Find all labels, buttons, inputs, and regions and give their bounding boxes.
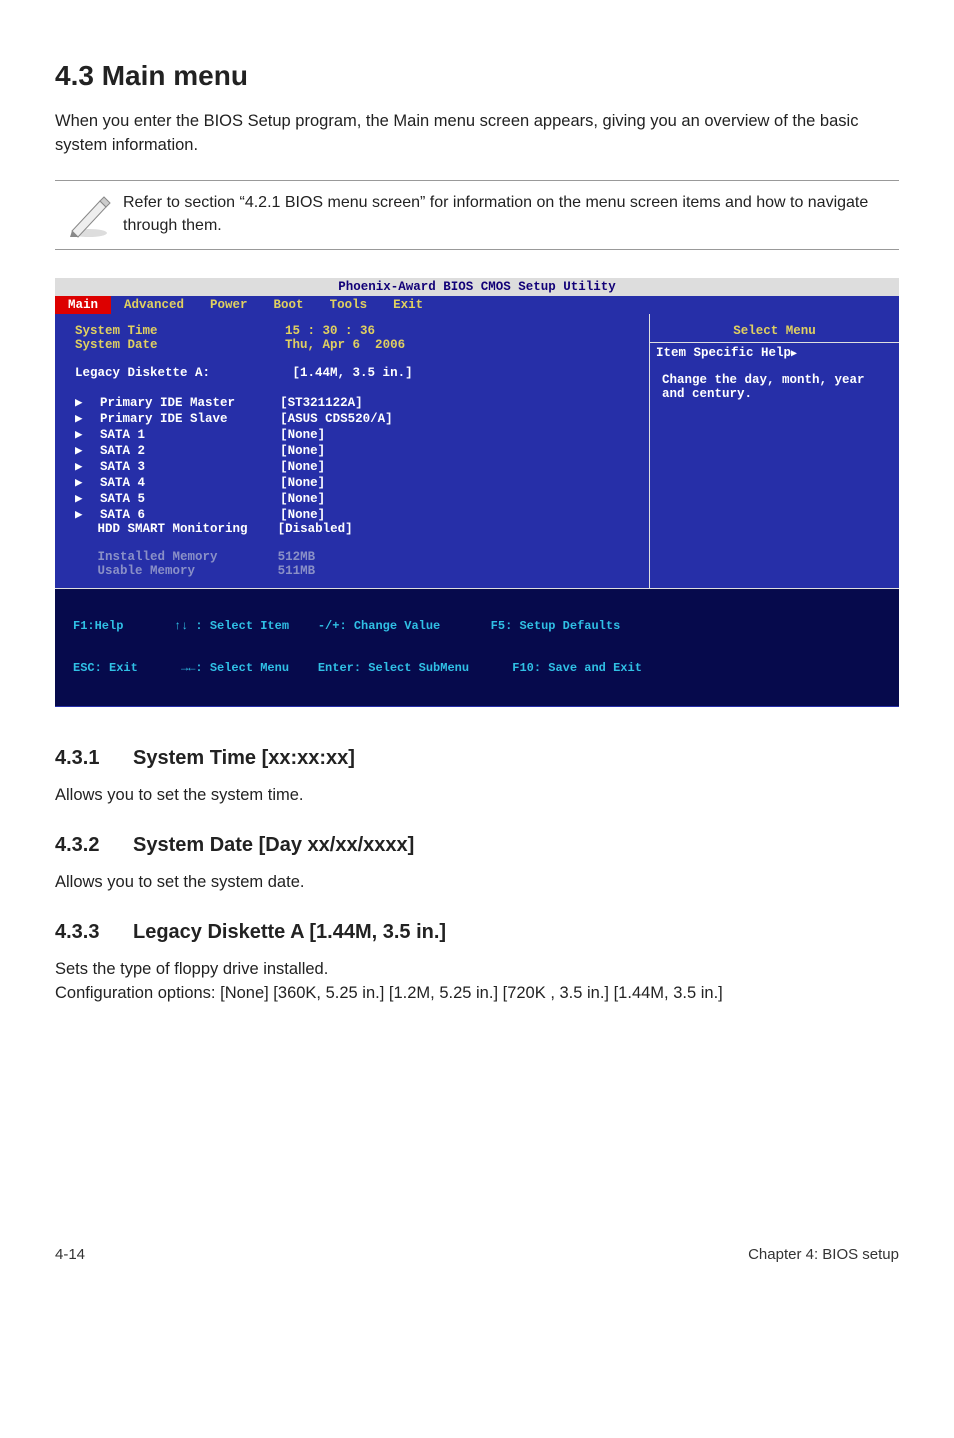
- bios-info-row: Usable Memory 511MB: [75, 564, 641, 578]
- menu-main[interactable]: Main: [55, 296, 111, 314]
- bios-item-row[interactable]: HDD SMART Monitoring [Disabled]: [75, 522, 641, 536]
- help-text: Change the day, month, year and century.: [650, 363, 899, 411]
- subsection-1-heading: 4.3.1System Time [xx:xx:xx]: [55, 747, 899, 770]
- subsection-1-text: Allows you to set the system time.: [55, 784, 899, 808]
- system-date-label: System Date: [75, 338, 158, 352]
- subsection-3-text: Sets the type of floppy drive installed.…: [55, 958, 899, 1006]
- bios-content: System Time 15 : 30 : 36 System Date Thu…: [55, 314, 649, 589]
- legacy-value[interactable]: [1.44M, 3.5 in.]: [293, 366, 413, 380]
- menu-power[interactable]: Power: [197, 296, 261, 314]
- subsection-2-text: Allows you to set the system date.: [55, 871, 899, 895]
- bios-item-row[interactable]: ▶ SATA 5 [None]: [75, 490, 641, 506]
- help-line: Item Specific Help▶: [650, 343, 899, 363]
- help-title: Select Menu: [650, 314, 899, 343]
- note-icon: [55, 191, 123, 239]
- bios-title: Phoenix-Award BIOS CMOS Setup Utility: [55, 278, 899, 296]
- page-footer: 4-14 Chapter 4: BIOS setup: [55, 1246, 899, 1263]
- note-text: Refer to section “4.2.1 BIOS menu screen…: [123, 192, 889, 237]
- section-intro: When you enter the BIOS Setup program, t…: [55, 110, 899, 158]
- system-time-label: System Time: [75, 324, 158, 338]
- bios-footer: F1:Help ↑↓ : Select Item -/+: Change Val…: [55, 589, 899, 706]
- bios-item-row[interactable]: ▶ Primary IDE Slave [ASUS CDS520/A]: [75, 410, 641, 426]
- bios-item-row[interactable]: ▶ SATA 6 [None]: [75, 506, 641, 522]
- legacy-label: Legacy Diskette A:: [75, 366, 210, 380]
- bios-item-row[interactable]: ▶ Primary IDE Master [ST321122A]: [75, 394, 641, 410]
- menu-boot[interactable]: Boot: [261, 296, 317, 314]
- subsection-3-heading: 4.3.3Legacy Diskette A [1.44M, 3.5 in.]: [55, 921, 899, 944]
- bios-item-row[interactable]: ▶ SATA 4 [None]: [75, 474, 641, 490]
- bios-info-row: Installed Memory 512MB: [75, 550, 641, 564]
- footer-line-2: ESC: Exit →←: Select Menu Enter: Select …: [73, 661, 881, 675]
- bios-menubar: Main Advanced Power Boot Tools Exit: [55, 296, 899, 314]
- bios-item-row[interactable]: ▶ SATA 2 [None]: [75, 442, 641, 458]
- section-title: 4.3 Main menu: [55, 60, 899, 92]
- footer-line-1: F1:Help ↑↓ : Select Item -/+: Change Val…: [73, 619, 881, 633]
- menu-tools[interactable]: Tools: [317, 296, 381, 314]
- chapter-label: Chapter 4: BIOS setup: [748, 1246, 899, 1263]
- note-box: Refer to section “4.2.1 BIOS menu screen…: [55, 180, 899, 250]
- bios-panel: Phoenix-Award BIOS CMOS Setup Utility Ma…: [55, 278, 899, 707]
- menu-advanced[interactable]: Advanced: [111, 296, 197, 314]
- system-time-value[interactable]: 15 : 30 : 36: [285, 324, 375, 338]
- bios-item-row[interactable]: ▶ SATA 3 [None]: [75, 458, 641, 474]
- page-number: 4-14: [55, 1246, 85, 1263]
- system-date-value[interactable]: Thu, Apr 6 2006: [285, 338, 405, 352]
- menu-exit[interactable]: Exit: [380, 296, 436, 314]
- subsection-2-heading: 4.3.2System Date [Day xx/xx/xxxx]: [55, 834, 899, 857]
- bios-help-panel: Select Menu Item Specific Help▶ Change t…: [649, 314, 899, 589]
- bios-item-row[interactable]: ▶ SATA 1 [None]: [75, 426, 641, 442]
